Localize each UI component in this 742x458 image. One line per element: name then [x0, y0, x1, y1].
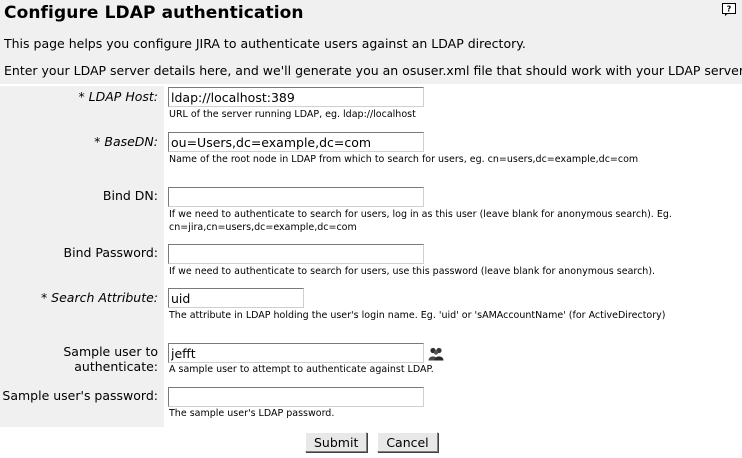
base-dn-input[interactable]	[168, 132, 424, 152]
ldap-config-form: * LDAP Host: URL of the server running L…	[0, 86, 742, 458]
help-icon[interactable]: ?	[722, 3, 736, 16]
base-dn-label: * BaseDN:	[94, 134, 158, 149]
intro-text: This page helps you configure JIRA to au…	[4, 36, 526, 51]
bind-dn-description-2: cn=jira,cn=users,dc=example,dc=com	[169, 222, 357, 233]
submit-button[interactable]: Submit	[305, 432, 367, 452]
sample-user-description: A sample user to attempt to authenticate…	[169, 364, 434, 375]
bind-dn-description: If we need to authenticate to search for…	[169, 209, 672, 220]
sample-user-label-2: authenticate:	[74, 359, 158, 374]
svg-text:?: ?	[727, 5, 732, 14]
sample-user-input[interactable]	[168, 343, 424, 363]
search-attribute-input[interactable]	[168, 288, 304, 308]
user-picker-icon[interactable]	[428, 347, 444, 361]
bind-password-label: Bind Password:	[63, 245, 158, 260]
ldap-host-label: * LDAP Host:	[78, 89, 158, 104]
page-header: Configure LDAP authentication ? This pag…	[0, 0, 742, 64]
search-attribute-description: The attribute in LDAP holding the user's…	[169, 310, 666, 321]
search-attribute-label: * Search Attribute:	[40, 290, 158, 305]
base-dn-description: Name of the root node in LDAP from which…	[169, 154, 639, 165]
sample-user-label: Sample user to	[63, 344, 158, 359]
intro-text-2: Enter your LDAP server details here, and…	[4, 63, 742, 78]
cancel-button[interactable]: Cancel	[377, 432, 438, 452]
bind-password-description: If we need to authenticate to search for…	[169, 266, 656, 277]
bind-password-input[interactable]	[168, 244, 424, 264]
sample-password-description: The sample user's LDAP password.	[169, 408, 335, 419]
page-title: Configure LDAP authentication	[4, 3, 304, 23]
ldap-host-input[interactable]	[168, 87, 424, 107]
ldap-host-description: URL of the server running LDAP, eg. ldap…	[169, 109, 416, 120]
bind-dn-input[interactable]	[168, 187, 424, 207]
sample-password-label: Sample user's password:	[2, 388, 158, 403]
sample-password-input[interactable]	[168, 387, 424, 407]
bind-dn-label: Bind DN:	[102, 188, 158, 203]
